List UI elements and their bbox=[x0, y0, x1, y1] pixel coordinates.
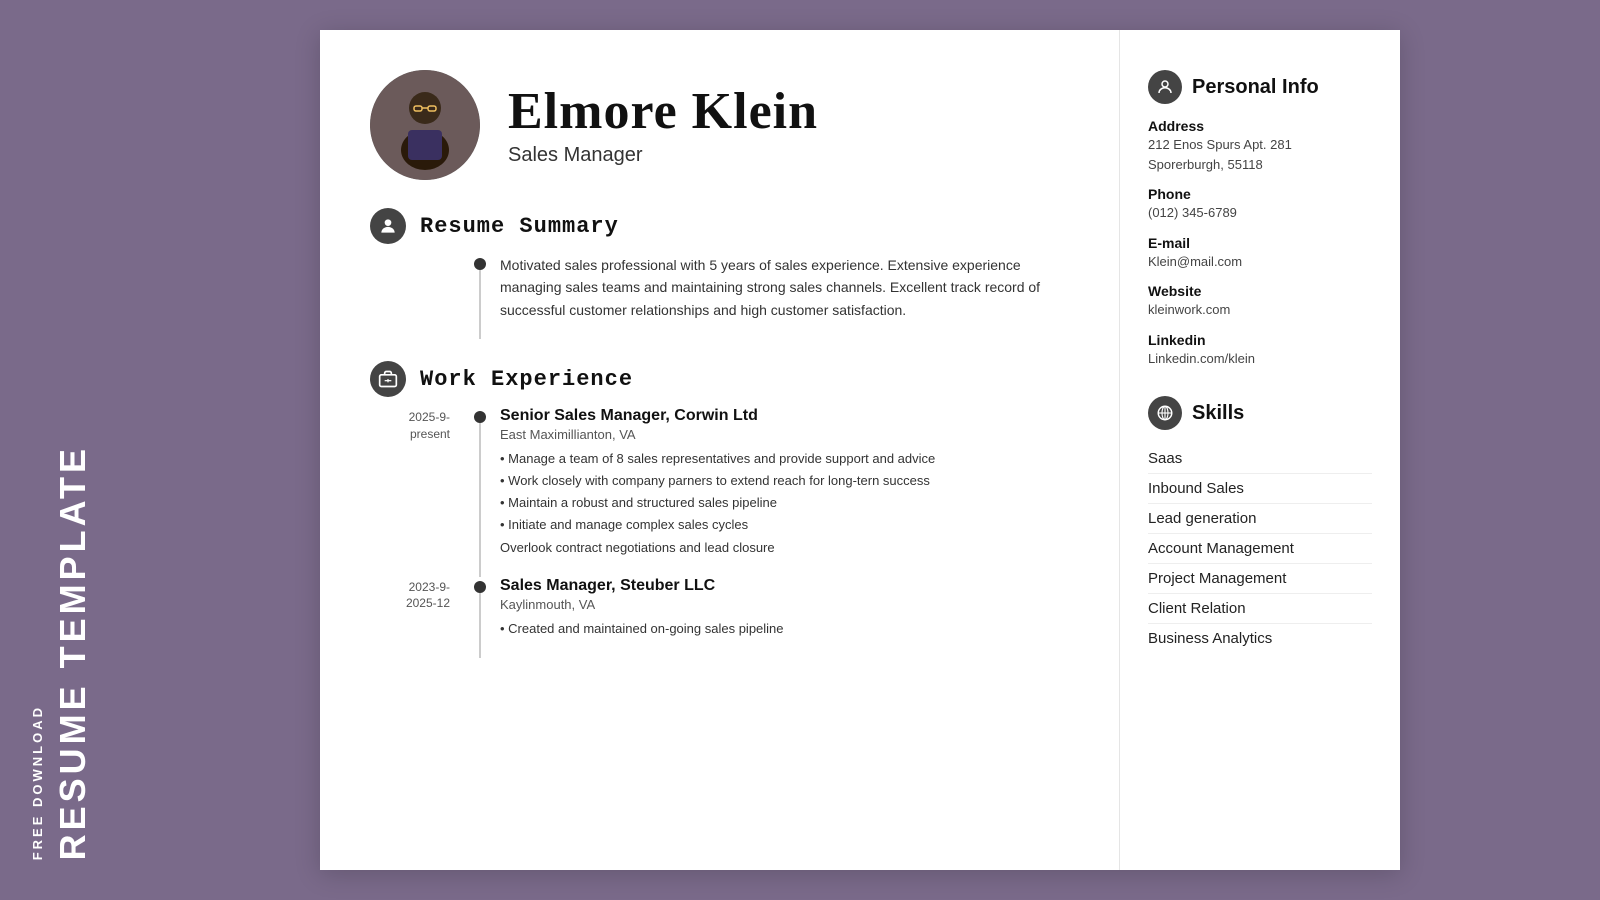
email-value: Klein@mail.com bbox=[1148, 252, 1372, 272]
skills-icon bbox=[1148, 396, 1182, 430]
job-1-date-text: 2025-9- present bbox=[409, 409, 450, 443]
summary-section: Resume Summary Motivated sales professio… bbox=[370, 208, 1079, 339]
phone-label: Phone bbox=[1148, 186, 1372, 202]
skill-item-3: Account Management bbox=[1148, 534, 1372, 564]
summary-text: Motivated sales professional with 5 year… bbox=[500, 254, 1079, 321]
candidate-title: Sales Manager bbox=[508, 144, 818, 167]
linkedin-field: Linkedin Linkedin.com/klein bbox=[1148, 332, 1372, 369]
resume-sidebar: Personal Info Address 212 Enos Spurs Apt… bbox=[1120, 30, 1400, 870]
job-2-date-text: 2023-9- 2025-12 bbox=[406, 579, 450, 613]
skills-header: Skills bbox=[1148, 396, 1372, 430]
left-sidebar: FREE DOWNLOAD RESUME TEMPLATE bbox=[0, 0, 270, 900]
personal-info-section: Personal Info Address 212 Enos Spurs Apt… bbox=[1148, 70, 1372, 368]
job-2-bullets: • Created and maintained on-going sales … bbox=[500, 618, 1079, 640]
skills-list: Saas Inbound Sales Lead generation Accou… bbox=[1148, 444, 1372, 653]
job-2-title: Sales Manager, Steuber LLC bbox=[500, 577, 1079, 595]
summary-section-title: Resume Summary bbox=[420, 214, 619, 239]
personal-info-title: Personal Info bbox=[1192, 76, 1319, 99]
skill-item-4: Project Management bbox=[1148, 564, 1372, 594]
job-1-bullets: • Manage a team of 8 sales representativ… bbox=[500, 448, 1079, 558]
job-1-content: Senior Sales Manager, Corwin Ltd East Ma… bbox=[500, 407, 1079, 576]
job-1-date: 2025-9- present bbox=[370, 407, 460, 576]
job-2-timeline-mid bbox=[460, 577, 500, 658]
resume-template-label: RESUME TEMPLATE bbox=[55, 445, 91, 860]
skill-item-0: Saas bbox=[1148, 444, 1372, 474]
skills-section: Skills Saas Inbound Sales Lead generatio… bbox=[1148, 396, 1372, 653]
address-line1: 212 Enos Spurs Apt. 281 bbox=[1148, 135, 1372, 155]
resume-header: Elmore Klein Sales Manager bbox=[370, 70, 1079, 180]
resume-paper: Elmore Klein Sales Manager Resume Summar… bbox=[320, 30, 1400, 870]
job-1-location: East Maximillianton, VA bbox=[500, 427, 1079, 442]
job-1-line bbox=[479, 423, 481, 576]
job-2: 2023-9- 2025-12 Sales Manager, Steuber L… bbox=[370, 577, 1079, 658]
header-info: Elmore Klein Sales Manager bbox=[508, 83, 818, 167]
avatar bbox=[370, 70, 480, 180]
summary-timeline-item: Motivated sales professional with 5 year… bbox=[370, 254, 1079, 339]
website-label: Website bbox=[1148, 283, 1372, 299]
job-2-content: Sales Manager, Steuber LLC Kaylinmouth, … bbox=[500, 577, 1079, 658]
email-label: E-mail bbox=[1148, 235, 1372, 251]
personal-info-icon bbox=[1148, 70, 1182, 104]
job-2-line bbox=[479, 593, 481, 658]
personal-info-header: Personal Info bbox=[1148, 70, 1372, 104]
linkedin-label: Linkedin bbox=[1148, 332, 1372, 348]
skill-item-1: Inbound Sales bbox=[1148, 474, 1372, 504]
job-1: 2025-9- present Senior Sales Manager, Co… bbox=[370, 407, 1079, 576]
summary-content: Motivated sales professional with 5 year… bbox=[500, 254, 1079, 339]
timeline-left-empty bbox=[370, 254, 460, 339]
website-field: Website kleinwork.com bbox=[1148, 283, 1372, 320]
phone-value: (012) 345-6789 bbox=[1148, 203, 1372, 223]
phone-field: Phone (012) 345-6789 bbox=[1148, 186, 1372, 223]
timeline-dot bbox=[474, 258, 486, 270]
linkedin-value: Linkedin.com/klein bbox=[1148, 349, 1372, 369]
work-experience-title: Work Experience bbox=[420, 367, 633, 392]
job-1-title: Senior Sales Manager, Corwin Ltd bbox=[500, 407, 1079, 425]
skills-title: Skills bbox=[1192, 402, 1244, 425]
resume-main: Elmore Klein Sales Manager Resume Summar… bbox=[320, 30, 1120, 870]
skill-item-6: Business Analytics bbox=[1148, 624, 1372, 653]
timeline-middle bbox=[460, 254, 500, 339]
job-2-location: Kaylinmouth, VA bbox=[500, 597, 1079, 612]
website-value: kleinwork.com bbox=[1148, 300, 1372, 320]
job-2-dot bbox=[474, 581, 486, 593]
free-download-label: FREE DOWNLOAD bbox=[30, 705, 45, 860]
summary-icon bbox=[370, 208, 406, 244]
work-timeline: 2025-9- present Senior Sales Manager, Co… bbox=[370, 407, 1079, 658]
candidate-name: Elmore Klein bbox=[508, 83, 818, 140]
summary-timeline: Motivated sales professional with 5 year… bbox=[370, 254, 1079, 339]
job-1-dot bbox=[474, 411, 486, 423]
skill-item-5: Client Relation bbox=[1148, 594, 1372, 624]
work-experience-section: Work Experience 2025-9- present bbox=[370, 361, 1079, 658]
address-label: Address bbox=[1148, 118, 1372, 134]
skill-item-2: Lead generation bbox=[1148, 504, 1372, 534]
job-1-timeline-mid bbox=[460, 407, 500, 576]
work-icon bbox=[370, 361, 406, 397]
email-field: E-mail Klein@mail.com bbox=[1148, 235, 1372, 272]
address-line2: Sporerburgh, 55118 bbox=[1148, 155, 1372, 175]
job-2-date: 2023-9- 2025-12 bbox=[370, 577, 460, 658]
address-field: Address 212 Enos Spurs Apt. 281 Sporerbu… bbox=[1148, 118, 1372, 174]
work-experience-header: Work Experience bbox=[370, 361, 1079, 397]
summary-section-header: Resume Summary bbox=[370, 208, 1079, 244]
timeline-line bbox=[479, 270, 481, 339]
